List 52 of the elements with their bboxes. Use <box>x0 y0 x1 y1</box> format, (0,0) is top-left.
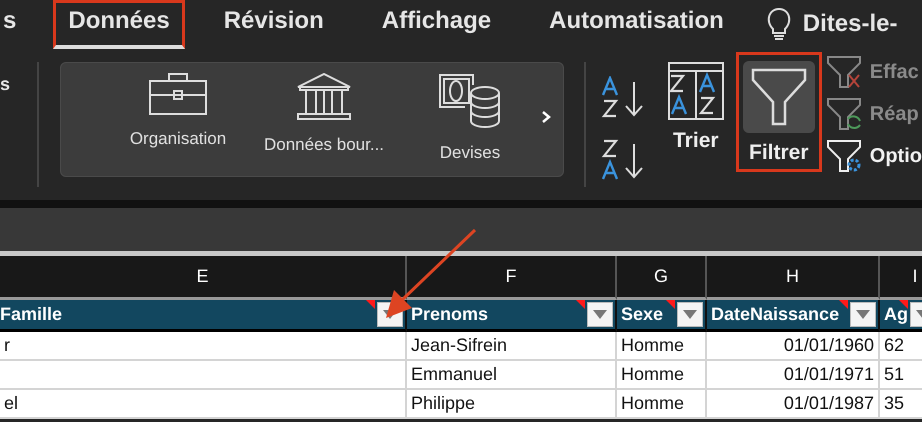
table-cell: 62 <box>880 332 922 361</box>
table-cell: 01/01/1960 <box>707 332 880 361</box>
caret-icon <box>856 310 870 319</box>
table-cell: el <box>0 390 407 419</box>
ribbon-tab[interactable]: s <box>0 0 32 48</box>
column-header[interactable]: E <box>0 256 407 300</box>
column-header[interactable]: H <box>707 256 880 300</box>
table-header-cell: Ag <box>880 300 922 332</box>
table-cell: Emmanuel <box>407 361 617 390</box>
table-cell: 01/01/1971 <box>707 361 880 390</box>
filter-button[interactable]: Filtrer <box>736 52 822 172</box>
briefcase-icon <box>149 73 208 115</box>
filter-gear-icon <box>826 139 862 173</box>
ribbon-label: s <box>0 62 40 187</box>
data-type-button[interactable]: Données bour... <box>251 63 398 155</box>
table-cell: Homme <box>617 332 707 361</box>
table-cell: r <box>0 332 407 361</box>
funnel-icon <box>750 68 807 126</box>
column-header[interactable]: G <box>617 256 707 300</box>
table-header-cell: Famille <box>0 300 407 332</box>
table-cell: 35 <box>880 390 922 419</box>
filter-command[interactable]: Optio <box>826 138 922 174</box>
table-cell: Jean-Sifrein <box>407 332 617 361</box>
caret-icon <box>593 310 607 319</box>
ribbon-tab[interactable]: Données <box>53 0 185 49</box>
tell-me-label[interactable]: Dites-le- <box>802 10 898 38</box>
data-type-button[interactable]: Devises <box>397 63 544 163</box>
lightbulb-icon <box>766 7 791 41</box>
formula-bar[interactable] <box>0 208 922 256</box>
ribbon-tab[interactable]: Affichage <box>366 0 506 48</box>
table-header-cell: Prenoms <box>407 300 617 332</box>
bank-icon <box>296 73 352 121</box>
filter-dropdown-button[interactable] <box>850 302 876 327</box>
filter-refresh-icon <box>826 97 862 131</box>
data-type-button[interactable]: Organisation <box>105 63 252 149</box>
column-header[interactable]: I <box>880 256 922 300</box>
table-cell: Philippe <box>407 390 617 419</box>
filter-dropdown-button[interactable] <box>587 302 613 327</box>
ribbon-tab[interactable]: Révision <box>208 0 339 48</box>
caret-icon <box>683 310 697 319</box>
table-cell: 01/01/1987 <box>707 390 880 419</box>
sort-button[interactable]: Trier <box>660 52 732 160</box>
filter-dropdown-button[interactable] <box>677 302 703 327</box>
table-cell: Homme <box>617 361 707 390</box>
table-header-cell: Sexe <box>617 300 707 332</box>
table-header-cell: DateNaissance <box>707 300 880 332</box>
table-cell: Homme <box>617 390 707 419</box>
filter-clear-icon <box>826 55 862 89</box>
table-cell: 51 <box>880 361 922 390</box>
money-database-icon <box>439 73 502 129</box>
column-header[interactable]: F <box>407 256 617 300</box>
ribbon-tab[interactable]: Automatisation <box>534 0 739 48</box>
